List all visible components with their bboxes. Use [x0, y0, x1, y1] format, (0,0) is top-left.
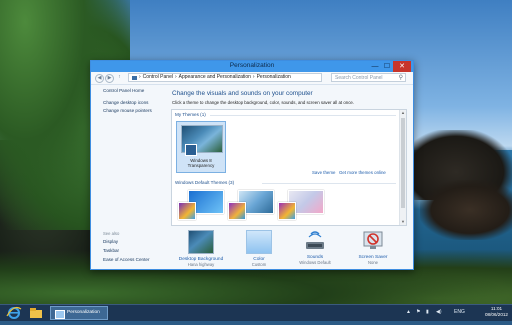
- network-icon[interactable]: ▮: [426, 309, 429, 315]
- maximize-button[interactable]: ☐: [381, 61, 393, 72]
- scroll-down-arrow-icon[interactable]: ▼: [400, 219, 406, 225]
- sounds-value: Windows Default: [299, 260, 331, 265]
- breadcrumb-appearance[interactable]: Appearance and Personalization: [179, 73, 251, 82]
- theme-name: Windows 8 Transparency: [187, 158, 215, 168]
- minimize-button[interactable]: —: [369, 61, 381, 72]
- control-panel-icon: [132, 75, 137, 80]
- scroll-thumb[interactable]: [401, 118, 405, 208]
- theme-color-swatch: [278, 202, 296, 220]
- theme-color-swatch: [228, 202, 246, 220]
- group-divider: [210, 115, 396, 116]
- breadcrumb-control-panel[interactable]: Control Panel: [143, 73, 173, 82]
- sounds-icon: [303, 230, 327, 252]
- clock-date: 08/06/2012: [485, 312, 508, 317]
- system-tray: ▲ ⚑ ▮ ◀) ENG 11:01 08/06/2012: [402, 305, 512, 321]
- theme-settings-bar: Desktop Background Hana highway Color Cu…: [91, 230, 413, 270]
- theme-color-swatch: [178, 202, 196, 220]
- window-content: Control Panel Home Change desktop icons …: [91, 86, 413, 269]
- change-desktop-icons-link[interactable]: Change desktop icons: [103, 100, 148, 105]
- wallpaper-rocks-lower: [420, 180, 512, 240]
- themes-scrollbar[interactable]: ▲ ▼: [399, 110, 406, 225]
- breadcrumb-separator: ›: [174, 74, 177, 80]
- page-description: Click a theme to change the desktop back…: [172, 100, 355, 105]
- sounds-setting[interactable]: Sounds Windows Default: [287, 230, 343, 265]
- desktop-background-setting[interactable]: Desktop Background Hana highway: [173, 230, 229, 267]
- taskbar: Personalization ▲ ⚑ ▮ ◀) ENG 11:01 08/06…: [0, 304, 512, 321]
- theme-windows[interactable]: [176, 188, 224, 225]
- window-controls: — ☐ ✕: [369, 61, 411, 72]
- internet-explorer-icon[interactable]: [6, 306, 22, 320]
- taskbar-item-label: Personalization: [67, 310, 100, 315]
- control-panel-home-link[interactable]: Control Panel Home: [103, 88, 144, 93]
- control-panel-icon: [55, 310, 65, 319]
- action-center-icon[interactable]: ⚑: [416, 309, 420, 315]
- my-themes-label: My Themes (1): [175, 112, 206, 117]
- get-more-themes-link[interactable]: Get more themes online: [339, 170, 386, 175]
- search-icon[interactable]: ⚲: [399, 74, 403, 82]
- file-explorer-icon[interactable]: [28, 306, 44, 320]
- screen-saver-setting[interactable]: Screen Saver None: [345, 230, 401, 265]
- back-button[interactable]: ◀: [95, 74, 104, 83]
- color-setting[interactable]: Color Custom: [231, 230, 287, 267]
- screen-saver-icon: [361, 230, 385, 252]
- personalization-window[interactable]: Personalization — ☐ ✕ ◀ ▶ ↑ › Control Pa…: [90, 60, 414, 270]
- show-hidden-icons-icon[interactable]: ▲: [406, 309, 411, 315]
- clock[interactable]: 11:01 08/06/2012: [485, 306, 508, 318]
- breadcrumb-personalization[interactable]: Personalization: [257, 73, 291, 82]
- default-themes-label: Windows Default Themes (3): [175, 180, 235, 185]
- desktop-background-value: Hana highway: [187, 262, 215, 267]
- scroll-up-arrow-icon[interactable]: ▲: [400, 110, 406, 116]
- desktop-background-icon: [188, 230, 214, 254]
- color-icon: [246, 230, 272, 254]
- taskbar-item-personalization[interactable]: Personalization: [50, 306, 108, 320]
- color-value: Custom: [251, 262, 267, 267]
- address-bar: ◀ ▶ ↑ › Control Panel › Appearance and P…: [91, 72, 413, 85]
- page-title: Change the visuals and sounds on your co…: [172, 90, 313, 97]
- theme-windows-8-transparency[interactable]: Windows 8 Transparency: [176, 121, 226, 173]
- address-field[interactable]: › Control Panel › Appearance and Persona…: [128, 73, 322, 82]
- volume-icon[interactable]: ◀): [436, 309, 442, 315]
- close-button[interactable]: ✕: [393, 61, 411, 72]
- change-mouse-pointers-link[interactable]: Change mouse pointers: [103, 108, 152, 113]
- language-indicator[interactable]: ENG: [454, 309, 465, 315]
- theme-flowers[interactable]: [276, 188, 324, 225]
- search-input[interactable]: Search Control Panel ⚲: [331, 73, 406, 82]
- window-title: Personalization: [229, 62, 275, 69]
- search-placeholder: Search Control Panel: [335, 75, 383, 81]
- breadcrumb-separator: ›: [139, 74, 141, 80]
- theme-color-swatch: [185, 144, 197, 156]
- screen-saver-value: None: [367, 260, 378, 265]
- theme-earth[interactable]: [226, 188, 274, 225]
- group-divider: [262, 183, 396, 184]
- forward-button[interactable]: ▶: [105, 74, 114, 83]
- theme-preview: [181, 125, 223, 156]
- up-button[interactable]: ↑: [116, 74, 123, 81]
- breadcrumb-separator: ›: [252, 74, 255, 80]
- themes-list[interactable]: My Themes (1) Windows 8 Transparency Sav…: [171, 109, 407, 226]
- window-titlebar[interactable]: Personalization — ☐ ✕: [91, 61, 413, 72]
- save-theme-link[interactable]: Save theme: [312, 170, 335, 175]
